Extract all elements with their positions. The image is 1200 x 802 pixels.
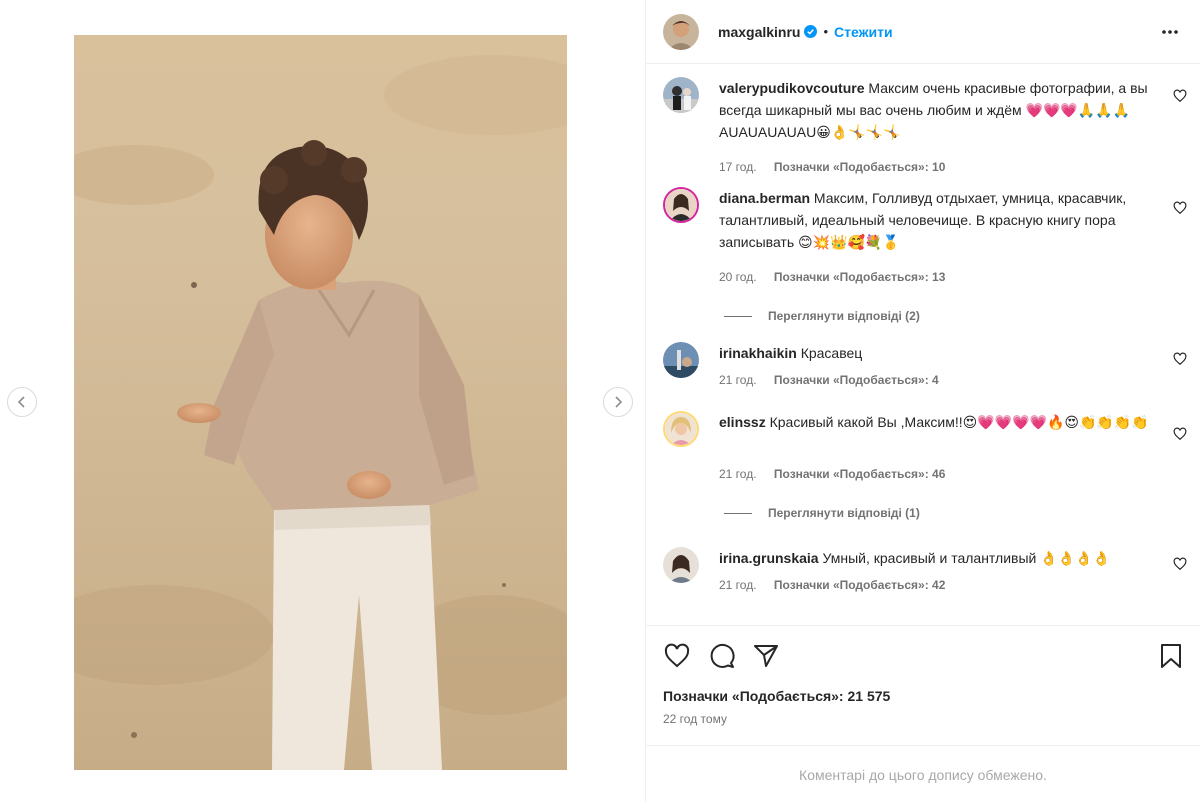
post-photo[interactable]	[74, 35, 567, 770]
post-likes-count[interactable]: Позначки «Подобається»: 21 575	[663, 688, 890, 704]
view-replies-label: Переглянути відповіді (1)	[768, 506, 920, 520]
comment-meta: 21 год. Позначки «Подобається»: 42	[719, 578, 959, 592]
post-side-panel: maxgalkinru • Стежити valerypudikovcoutu…	[646, 0, 1200, 802]
comment-text: elinssz Красивый какой Вы ,Максим!!😍💗💗💗💗…	[719, 411, 1159, 433]
view-replies-button[interactable]: Переглянути відповіді (2)	[724, 309, 920, 323]
comment-time: 17 год.	[719, 160, 757, 174]
comment-username[interactable]: diana.berman	[719, 190, 810, 206]
commenter-avatar[interactable]	[663, 411, 699, 447]
comment-time: 21 год.	[719, 467, 757, 481]
comment-likes[interactable]: Позначки «Подобається»: 13	[774, 270, 945, 284]
replies-line	[724, 315, 752, 317]
author-username[interactable]: maxgalkinru	[718, 24, 800, 40]
comment-text: irinakhaikin Красавец	[719, 342, 1159, 364]
post-footer: Позначки «Подобається»: 21 575 22 год то…	[646, 625, 1200, 802]
comment-content: Красивый какой Вы ,Максим!!😍💗💗💗💗🔥😍👏👏👏👏	[769, 414, 1149, 430]
comment-text: diana.berman Максим, Голливуд отдыхает, …	[719, 187, 1159, 253]
author-avatar[interactable]	[663, 13, 699, 50]
follow-button[interactable]: Стежити	[834, 24, 893, 40]
like-comment-icon[interactable]	[1173, 557, 1187, 571]
post-timestamp[interactable]: 22 год тому	[663, 712, 727, 726]
view-replies-button[interactable]: Переглянути відповіді (1)	[724, 506, 920, 520]
comment-content: Красавец	[800, 345, 863, 361]
comment-likes[interactable]: Позначки «Подобається»: 46	[774, 467, 945, 481]
like-comment-icon[interactable]	[1173, 89, 1187, 103]
comments-list[interactable]: valerypudikovcouture Максим очень красив…	[646, 65, 1200, 625]
comment-likes[interactable]: Позначки «Подобається»: 10	[774, 160, 945, 174]
comment-username[interactable]: irinakhaikin	[719, 345, 797, 361]
comment-likes[interactable]: Позначки «Подобається»: 42	[774, 578, 945, 592]
comment-time: 21 год.	[719, 373, 757, 387]
verified-badge-icon	[804, 25, 818, 38]
post-header: maxgalkinru • Стежити	[646, 0, 1200, 64]
comment-username[interactable]: valerypudikovcouture	[719, 80, 865, 96]
previous-photo-button[interactable]	[7, 387, 37, 417]
comment-username[interactable]: irina.grunskaia	[719, 550, 819, 566]
bookmark-icon[interactable]	[1157, 642, 1185, 670]
share-icon[interactable]	[752, 642, 780, 670]
comment-text: irina.grunskaia Умный, красивый и талант…	[719, 547, 1159, 569]
comment-meta: 20 год. Позначки «Подобається»: 13	[719, 270, 959, 284]
comment-meta: 21 год. Позначки «Подобається»: 4	[719, 373, 953, 387]
chevron-right-icon	[615, 396, 623, 408]
header-separator: •	[823, 24, 829, 39]
comment-username[interactable]: elinssz	[719, 414, 766, 430]
commenter-avatar[interactable]	[663, 547, 699, 583]
comment-meta: 21 год. Позначки «Подобається»: 46	[719, 467, 959, 481]
commenter-avatar[interactable]	[663, 342, 699, 378]
comment-text: valerypudikovcouture Максим очень красив…	[719, 77, 1159, 143]
media-pane	[0, 0, 645, 802]
comment-likes[interactable]: Позначки «Подобається»: 4	[774, 373, 939, 387]
comment-content: Умный, красивый и талантливый 👌👌👌👌	[822, 550, 1110, 566]
comment-time: 20 год.	[719, 270, 757, 284]
chevron-left-icon	[17, 396, 25, 408]
commenter-avatar[interactable]	[663, 77, 699, 113]
heart-icon[interactable]	[663, 642, 691, 670]
like-comment-icon[interactable]	[1173, 352, 1187, 366]
like-comment-icon[interactable]	[1173, 427, 1187, 441]
replies-line	[724, 512, 752, 514]
action-bar	[663, 642, 1183, 670]
comment-time: 21 год.	[719, 578, 757, 592]
next-photo-button[interactable]	[603, 387, 633, 417]
more-options-icon[interactable]	[1160, 22, 1180, 42]
comments-closed-notice: Коментарі до цього допису обмежено.	[646, 745, 1200, 802]
comment-meta: 17 год. Позначки «Подобається»: 10	[719, 160, 959, 174]
view-replies-label: Переглянути відповіді (2)	[768, 309, 920, 323]
comment-icon[interactable]	[708, 642, 736, 670]
commenter-avatar[interactable]	[663, 187, 699, 223]
like-comment-icon[interactable]	[1173, 201, 1187, 215]
